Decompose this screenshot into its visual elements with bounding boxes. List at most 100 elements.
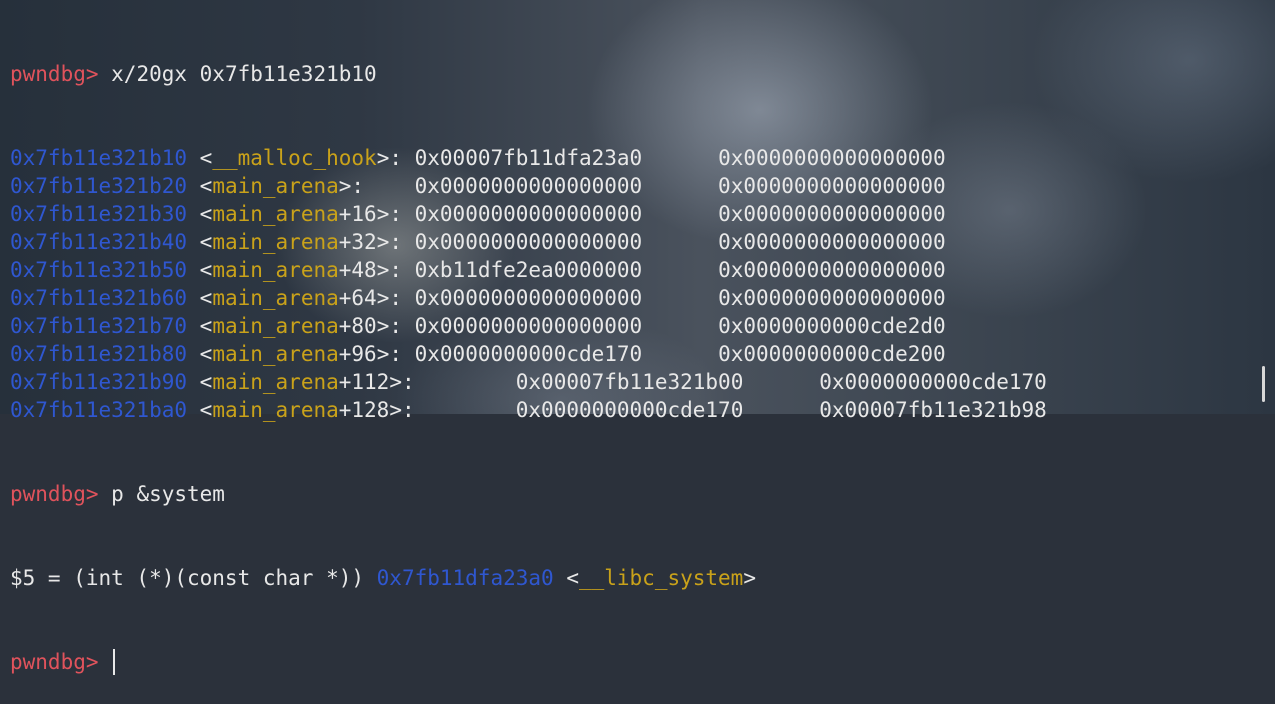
memory-row: 0x7fb11e321b80 < main_arena +96 >: 0x000000… [10,340,1047,368]
row-offset: +128 [338,398,390,422]
result-symbol: __libc_system [578,566,744,590]
prompt: pwndbg> [10,482,99,506]
symbol-open: < [187,398,213,422]
row-separator: >: [376,314,415,338]
row-separator: >: [338,174,415,198]
row-offset: +96 [338,342,377,366]
row-symbol: main_arena [212,230,339,254]
row-symbol: main_arena [212,258,339,282]
row-address: 0x7fb11e321b40 [10,230,188,254]
row-gap [642,172,718,200]
print-result: $5 = (int (*)(const char *)) 0x7fb11dfa2… [10,564,1047,592]
row-value-1: 0x0000000000cde170 [515,398,744,422]
row-value-1: 0x00007fb11dfa23a0 [414,146,643,170]
row-value-2: 0x0000000000cde170 [819,370,1047,394]
row-separator: >: [376,230,415,254]
memory-row: 0x7fb11e321b90 < main_arena +112 >: 0x00007… [10,368,1047,396]
row-address: 0x7fb11e321b90 [10,370,188,394]
row-symbol: main_arena [212,314,339,338]
row-symbol: __malloc_hook [212,146,377,170]
symbol-open: < [187,342,213,366]
memory-row: 0x7fb11e321b60 < main_arena +64 >: 0x000000… [10,284,1047,312]
row-address: 0x7fb11e321b80 [10,342,188,366]
row-symbol: main_arena [212,286,339,310]
memory-row: 0x7fb11e321ba0 < main_arena +128 >: 0x00000… [10,396,1047,424]
command-line-1: pwndbg> x/20gx 0x7fb11e321b10 [10,60,1047,88]
result-prefix: $5 = (int (*)(const char *)) [10,566,377,590]
row-value-2: 0x0000000000000000 [718,202,946,226]
row-address: 0x7fb11e321b50 [10,258,188,282]
row-value-1: 0x0000000000000000 [414,314,643,338]
row-value-2: 0x0000000000cde200 [718,342,946,366]
row-offset: +16 [338,202,377,226]
row-address: 0x7fb11e321ba0 [10,398,188,422]
symbol-open: < [187,174,213,198]
symbol-open: < [187,230,213,254]
symbol-open: < [187,202,213,226]
row-gap [642,312,718,340]
row-value-2: 0x00007fb11e321b98 [819,398,1047,422]
memory-row: 0x7fb11e321b20 < main_arena >: 0x000000000… [10,172,1047,200]
symbol-open: < [187,314,213,338]
symbol-open: < [187,286,213,310]
row-offset: +112 [338,370,390,394]
row-gap [642,228,718,256]
prompt: pwndbg> [10,650,99,674]
input-space [99,648,112,676]
memory-row: 0x7fb11e321b70 < main_arena +80 >: 0x000000… [10,312,1047,340]
prompt: pwndbg> [10,62,99,86]
row-separator: >: [376,286,415,310]
row-value-2: 0x0000000000000000 [718,286,946,310]
row-value-1: 0x00007fb11e321b00 [515,370,744,394]
symbol-open: < [187,146,213,170]
row-address: 0x7fb11e321b10 [10,146,188,170]
row-address: 0x7fb11e321b60 [10,286,188,310]
row-gap [743,368,819,396]
result-address: 0x7fb11dfa23a0 [376,566,554,590]
command-text: p &system [98,482,225,506]
scrollbar-thumb[interactable] [1262,366,1265,402]
row-offset: +32 [338,230,377,254]
terminal-output[interactable]: pwndbg> x/20gx 0x7fb11e321b10 0x7fb11e32… [10,4,1047,704]
row-address: 0x7fb11e321b30 [10,202,188,226]
row-value-2: 0x0000000000000000 [718,230,946,254]
row-symbol: main_arena [212,202,339,226]
row-separator: >: [376,146,415,170]
row-value-1: 0x0000000000cde170 [414,342,643,366]
row-gap [642,284,718,312]
memory-dump: 0x7fb11e321b10 < __malloc_hook >: 0x00007f… [10,144,1047,424]
row-value-1: 0x0000000000000000 [414,174,643,198]
row-separator: >: [389,370,516,394]
symbol-open: < [553,566,579,590]
row-value-2: 0x0000000000000000 [718,146,946,170]
row-value-1: 0x0000000000000000 [414,286,643,310]
row-symbol: main_arena [212,342,339,366]
row-value-2: 0x0000000000000000 [718,174,946,198]
row-value-2: 0x0000000000cde2d0 [718,314,946,338]
row-symbol: main_arena [212,398,339,422]
row-separator: >: [376,342,415,366]
row-gap [642,256,718,284]
row-value-1: 0x0000000000000000 [414,202,643,226]
row-offset: +48 [338,258,377,282]
row-gap [743,396,819,424]
row-separator: >: [376,258,415,282]
memory-row: 0x7fb11e321b30 < main_arena +16 >: 0x000000… [10,200,1047,228]
text-cursor [113,649,116,675]
row-symbol: main_arena [212,174,339,198]
row-gap [642,144,718,172]
symbol-open: < [187,370,213,394]
row-value-1: 0xb11dfe2ea0000000 [414,258,643,282]
memory-row: 0x7fb11e321b10 < __malloc_hook >: 0x00007f… [10,144,1047,172]
row-value-2: 0x0000000000000000 [718,258,946,282]
command-text: x/20gx 0x7fb11e321b10 [98,62,377,86]
row-value-1: 0x0000000000000000 [414,230,643,254]
row-address: 0x7fb11e321b70 [10,314,188,338]
input-line[interactable]: pwndbg> [10,648,1047,676]
memory-row: 0x7fb11e321b40 < main_arena +32 >: 0x000000… [10,228,1047,256]
row-gap [642,340,718,368]
row-address: 0x7fb11e321b20 [10,174,188,198]
row-offset: +80 [338,314,377,338]
symbol-close: > [743,566,756,590]
memory-row: 0x7fb11e321b50 < main_arena +48 >: 0xb11dfe… [10,256,1047,284]
